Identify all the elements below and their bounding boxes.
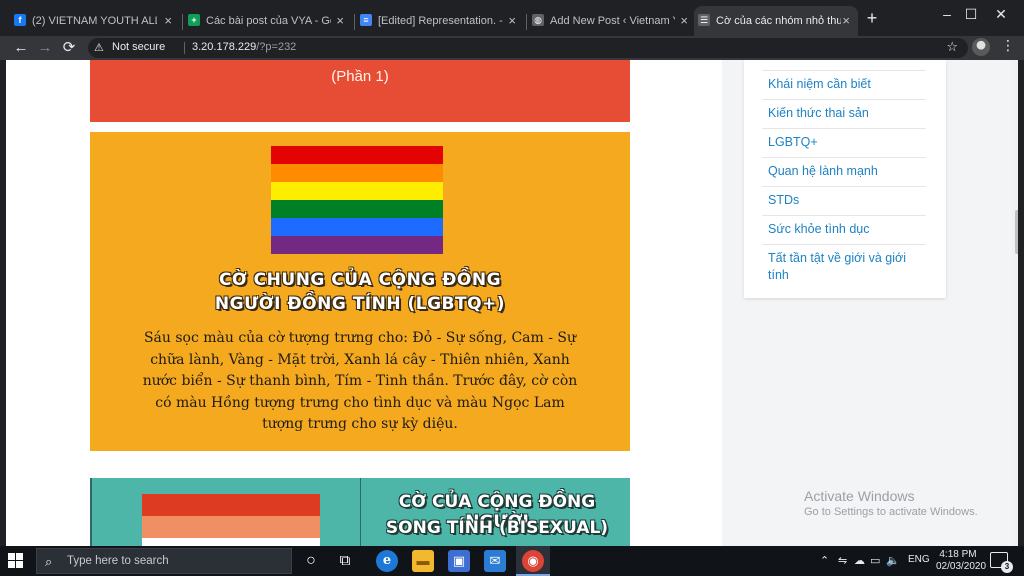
- address-bar[interactable]: ⚠ Not secure 3.20.178.229/?p=232 ☆: [88, 38, 968, 58]
- tab-divider: [354, 14, 355, 30]
- activate-windows-subtitle: Go to Settings to activate Windows.: [804, 506, 978, 518]
- lgbt-flag-graphic: CỜ CHUNG CỦA CỘNG ĐỒNG NGƯỜI ĐỒNG TÍNH (…: [90, 132, 630, 451]
- chevron-up-icon[interactable]: ⌃: [820, 554, 829, 567]
- site-icon: ☰: [698, 14, 710, 26]
- volume-icon[interactable]: 🔈: [886, 554, 900, 567]
- globe-icon: ◍: [532, 14, 544, 26]
- flag-stripe-yellow: [271, 182, 443, 200]
- flag-stripe-orange: [142, 516, 320, 538]
- tab-title: Các bài post của VYA - Google: [206, 15, 331, 27]
- profile-avatar[interactable]: [972, 38, 990, 56]
- tab-docs[interactable]: ≡ [Edited] Representation. - Goo ×: [356, 6, 524, 36]
- graphic-divider: [360, 478, 361, 546]
- task-view-icon[interactable]: ⧉: [334, 550, 356, 572]
- cortana-icon[interactable]: ○: [300, 550, 322, 572]
- close-icon[interactable]: ×: [842, 6, 850, 36]
- close-icon[interactable]: ×: [164, 6, 172, 36]
- url-path: /?p=232: [256, 41, 297, 53]
- flag-stripe-green: [271, 200, 443, 218]
- new-tab-button[interactable]: +: [862, 8, 882, 29]
- search-icon: ⌕: [45, 554, 53, 569]
- flag-stripe-red: [142, 494, 320, 516]
- tab-add-post[interactable]: ◍ Add New Post ‹ Vietnam Youth ×: [528, 6, 696, 36]
- close-icon[interactable]: ×: [680, 6, 688, 36]
- flag-stripe-orange: [271, 164, 443, 182]
- tab-divider: [526, 14, 527, 30]
- security-label[interactable]: Not secure: [112, 41, 165, 53]
- search-placeholder: Type here to search: [67, 555, 169, 567]
- tab-divider: [182, 14, 183, 30]
- taskbar-clock[interactable]: 4:18 PM 02/03/2020: [936, 549, 987, 573]
- cloud-icon[interactable]: ☁: [854, 554, 865, 567]
- windows-taskbar: ⌕ Type here to search ○ ⧉ e ▬ ▣ ✉ ◉ ⌃ ⇋ …: [0, 546, 1024, 576]
- close-window-button[interactable]: ✕: [978, 0, 1024, 30]
- categories-widget: Khái niệm cần biết Kiến thức thai sản LG…: [744, 60, 946, 298]
- tab-active-article[interactable]: ☰ Cờ của các nhóm nhỏ thuộc cộ ×: [694, 6, 858, 36]
- tab-facebook[interactable]: f (2) VIETNAM YOUTH ALLIANCE ×: [10, 6, 180, 36]
- windows-start-icon[interactable]: [8, 553, 24, 569]
- language-indicator[interactable]: ENG: [908, 554, 930, 565]
- lgbt-heading-line2: NGƯỜI ĐỒNG TÍNH (LGBTQ+): [214, 294, 506, 314]
- notification-count-badge: 3: [1001, 561, 1013, 573]
- address-divider: [184, 42, 185, 54]
- reload-button[interactable]: ⟳: [58, 37, 80, 59]
- tab-title: Add New Post ‹ Vietnam Youth: [550, 15, 675, 27]
- bi-heading-line2: SONG TÍNH (BISEXUAL): [385, 518, 609, 538]
- activate-windows-title: Activate Windows: [804, 488, 915, 504]
- tab-title: (2) VIETNAM YOUTH ALLIANCE: [32, 15, 157, 27]
- mail-icon[interactable]: ✉: [484, 550, 506, 572]
- action-center-icon[interactable]: 3: [990, 552, 1013, 573]
- warning-icon[interactable]: ⚠: [94, 41, 108, 55]
- flag-stripe-purple: [271, 236, 443, 254]
- taskbar-search-box[interactable]: ⌕ Type here to search: [36, 548, 292, 574]
- category-link[interactable]: Khái niệm cần biết: [762, 70, 926, 99]
- tab-title: Cờ của các nhóm nhỏ thuộc cộ: [716, 15, 841, 27]
- browser-toolbar: ← → ⟳ ⚠ Not secure 3.20.178.229/?p=232 ☆…: [0, 36, 1024, 60]
- back-button[interactable]: ←: [10, 37, 32, 59]
- close-icon[interactable]: ×: [508, 6, 516, 36]
- category-link[interactable]: LGBTQ+: [762, 128, 926, 157]
- close-icon[interactable]: ×: [336, 6, 344, 36]
- facebook-icon: f: [14, 14, 26, 26]
- url-text[interactable]: 3.20.178.229/?p=232: [192, 41, 296, 53]
- store-icon[interactable]: ▣: [448, 550, 470, 572]
- network-icon[interactable]: ⇋: [838, 554, 847, 567]
- web-page: (Phần 1) CỜ CHUNG CỦA CỘNG ĐỒNG NGƯỜI ĐỒ…: [6, 60, 1018, 546]
- rainbow-flag: [271, 146, 443, 254]
- article-content: (Phần 1) CỜ CHUNG CỦA CỘNG ĐỒNG NGƯỜI ĐỒ…: [6, 60, 726, 546]
- flag-stripe-white: [142, 538, 320, 546]
- flag-stripe-blue: [271, 218, 443, 236]
- file-explorer-icon[interactable]: ▬: [412, 550, 434, 572]
- docs-icon: ≡: [360, 14, 372, 26]
- category-link[interactable]: Quan hệ lành mạnh: [762, 157, 926, 186]
- window-edge: [1018, 60, 1024, 546]
- clock-date: 02/03/2020: [936, 561, 987, 572]
- chrome-icon[interactable]: ◉: [522, 550, 544, 572]
- battery-icon[interactable]: ▭: [870, 554, 880, 567]
- category-list: Khái niệm cần biết Kiến thức thai sản LG…: [762, 70, 926, 290]
- clock-time: 4:18 PM: [939, 549, 977, 560]
- lgbt-heading-line1: CỜ CHUNG CỦA CỘNG ĐỒNG: [218, 270, 502, 290]
- edge-icon[interactable]: e: [376, 550, 398, 572]
- tab-sheets[interactable]: + Các bài post của VYA - Google ×: [184, 6, 352, 36]
- sheets-icon: +: [188, 14, 200, 26]
- bookmark-star-icon[interactable]: ☆: [946, 39, 958, 55]
- intro-graphic: (Phần 1): [90, 60, 630, 122]
- category-link[interactable]: Sức khỏe tình dục: [762, 215, 926, 244]
- forward-button[interactable]: →: [34, 37, 56, 59]
- tab-strip: f (2) VIETNAM YOUTH ALLIANCE × + Các bài…: [0, 0, 1024, 36]
- bisexual-flag-graphic: CỜ CỦA CỘNG ĐỒNG NGƯỜI SONG TÍNH (BISEXU…: [90, 478, 630, 546]
- category-link[interactable]: STDs: [762, 186, 926, 215]
- category-link[interactable]: Tất tần tật về giới và giới tính: [762, 244, 926, 290]
- url-host: 3.20.178.229: [192, 41, 257, 53]
- tab-title: [Edited] Representation. - Goo: [378, 15, 503, 27]
- flag-stripe-red: [271, 146, 443, 164]
- category-link[interactable]: Kiến thức thai sản: [762, 99, 926, 128]
- part-label: (Phần 1): [331, 68, 389, 85]
- bisexual-flag: [142, 494, 320, 546]
- lgbt-description: Sáu sọc màu của cờ tượng trưng cho: Đỏ -…: [142, 330, 578, 432]
- browser-menu-icon[interactable]: ⋮: [1000, 37, 1016, 54]
